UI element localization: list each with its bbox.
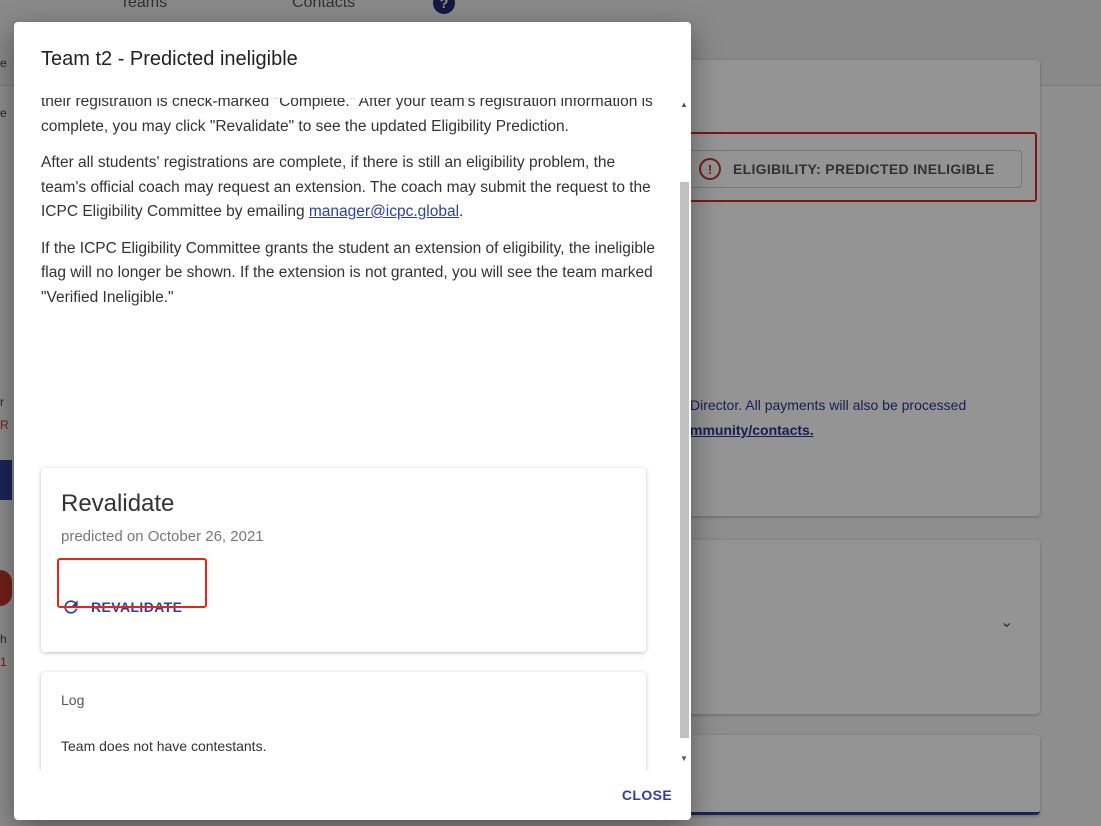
paragraph-extension: After all students' registrations are co… bbox=[41, 151, 661, 225]
paragraph-committee: If the ICPC Eligibility Committee grants… bbox=[41, 239, 655, 306]
prediction-date: predicted on October 26, 2021 bbox=[61, 528, 264, 545]
log-message: Team does not have contestants. bbox=[61, 738, 267, 754]
paragraph-extension-end: . bbox=[459, 203, 464, 220]
scroll-down-arrow-icon[interactable]: ▼ bbox=[678, 754, 690, 766]
revalidate-title: Revalidate bbox=[61, 490, 175, 517]
eligibility-dialog: Team t2 - Predicted ineligible their reg… bbox=[14, 22, 691, 820]
paragraph-registration: their registration is check-marked "Comp… bbox=[41, 98, 653, 135]
email-link[interactable]: manager@icpc.global bbox=[309, 203, 459, 220]
scroll-up-arrow-icon[interactable]: ▲ bbox=[678, 100, 690, 112]
log-title: Log bbox=[61, 692, 85, 708]
log-card: Log Team does not have contestants. bbox=[41, 672, 646, 770]
dialog-scrollbar[interactable]: ▲ ▼ bbox=[678, 98, 690, 770]
dialog-scroll-area[interactable]: their registration is check-marked "Comp… bbox=[14, 98, 691, 770]
dialog-content: their registration is check-marked "Comp… bbox=[41, 98, 661, 322]
dialog-title: Team t2 - Predicted ineligible bbox=[41, 48, 298, 70]
scrollbar-thumb[interactable] bbox=[680, 182, 689, 738]
highlight-box-revalidate bbox=[57, 558, 207, 608]
close-button[interactable]: CLOSE bbox=[612, 778, 682, 812]
